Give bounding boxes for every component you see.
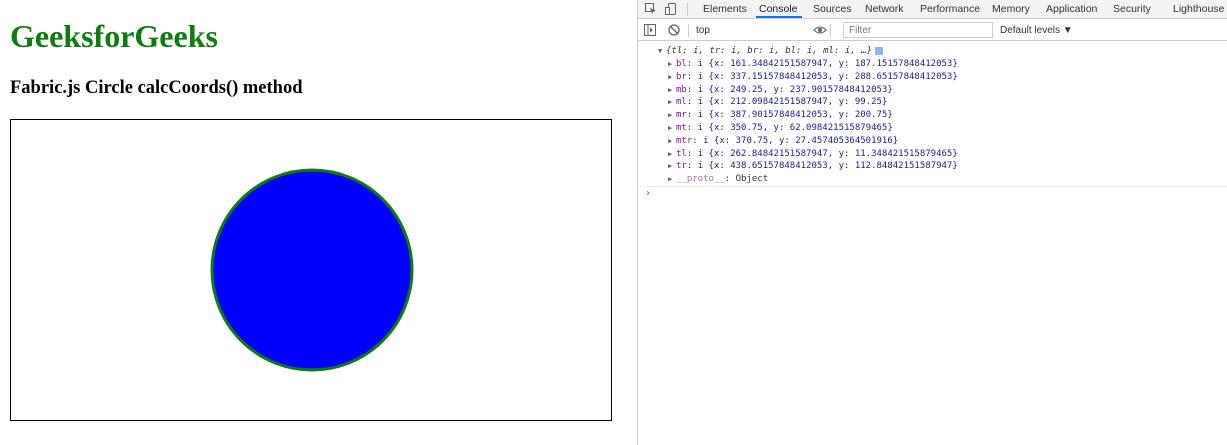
property-key: ml (676, 97, 687, 108)
console-filter-input[interactable] (843, 22, 993, 38)
tab-elements[interactable]: Elements (703, 0, 747, 19)
collapsed-triangle-icon[interactable]: ▶ (668, 58, 676, 70)
object-property-row[interactable]: ▶ mb: i {x: 249.25, y: 237.90157848412053… (668, 84, 893, 96)
property-key: tl (676, 148, 687, 159)
object-property-row[interactable]: ▶ mt: i {x: 350.75, y: 62.098421515879465… (668, 122, 893, 134)
property-value: i {x: 350.75, y: 62.098421515879465} (697, 123, 893, 133)
property-key: br (676, 71, 687, 82)
console-toolbar: top ▼ Default levels ▼ (638, 20, 1227, 41)
property-key: mt (676, 123, 687, 133)
collapsed-triangle-icon[interactable]: ▶ (668, 109, 676, 121)
info-icon (874, 46, 883, 55)
devtools-panel: Elements Console Sources Network Perform… (637, 0, 1227, 445)
web-page: GeeksforGeeks Fabric.js Circle calcCoord… (0, 0, 637, 445)
fabric-canvas[interactable] (10, 119, 612, 421)
object-property-row[interactable]: ▶ tr: i {x: 438.65157848412053, y: 112.84… (668, 160, 958, 172)
collapsed-triangle-icon[interactable]: ▶ (668, 122, 676, 134)
property-value: i {x: 161.34842151587947, y: 187.1515784… (697, 59, 958, 69)
property-key: mr (676, 110, 687, 121)
proto-key: __proto__ (676, 174, 725, 184)
context-selector[interactable]: top ▼ (696, 24, 824, 38)
collapsed-triangle-icon[interactable]: ▶ (668, 135, 676, 147)
site-title: GeeksforGeeks (10, 18, 218, 54)
inspect-element-icon[interactable] (644, 2, 658, 16)
tab-security[interactable]: Security (1113, 0, 1151, 19)
devtools-tabbar: Elements Console Sources Network Perform… (638, 0, 1227, 19)
property-key: mtr (676, 135, 693, 146)
property-key: tr (676, 161, 687, 172)
tab-network[interactable]: Network (865, 0, 904, 19)
object-property-row[interactable]: ▶ bl: i {x: 161.34842151587947, y: 187.15… (668, 58, 958, 70)
page-heading: Fabric.js Circle calcCoords() method (10, 78, 303, 98)
eye-icon[interactable] (813, 23, 827, 37)
object-property-row[interactable]: ▶ mtr: i {x: 370.75, y: 27.45740536450191… (668, 135, 898, 147)
active-tab-indicator (756, 16, 802, 18)
property-value: i {x: 262.84842151587947, y: 11.34842151… (697, 148, 958, 159)
tab-application[interactable]: Application (1046, 0, 1097, 19)
console-divider (638, 186, 1227, 187)
object-summary: {tl: i, tr: i, br: i, bl: i, ml: i, …} (666, 46, 872, 56)
toolbar-separator (688, 24, 689, 37)
expand-triangle-icon[interactable]: ▼ (658, 45, 666, 57)
device-toolbar-icon[interactable] (664, 2, 678, 16)
tab-performance[interactable]: Performance (920, 0, 980, 19)
clear-console-icon[interactable] (667, 23, 681, 37)
proto-row[interactable]: ▶ __proto__: Object (668, 173, 768, 185)
object-property-row[interactable]: ▶ tl: i {x: 262.84842151587947, y: 11.348… (668, 148, 958, 160)
tab-memory[interactable]: Memory (992, 0, 1030, 19)
property-value: i {x: 337.15157848412053, y: 288.6515784… (697, 71, 958, 82)
property-value: i {x: 212.09842151587947, y: 99.25} (697, 97, 888, 108)
collapsed-triangle-icon[interactable]: ▶ (668, 160, 676, 172)
property-value: i {x: 370.75, y: 27.457405364501916} (703, 135, 899, 146)
sidebar-toggle-icon[interactable] (643, 23, 657, 37)
toolbar-separator (687, 3, 688, 16)
collapsed-triangle-icon[interactable]: ▶ (668, 71, 676, 83)
property-value: i {x: 438.65157848412053, y: 112.8484215… (697, 161, 958, 172)
log-levels-dropdown[interactable]: Default levels ▼ (1000, 24, 1073, 38)
property-value: i {x: 249.25, y: 237.90157848412053} (697, 84, 893, 95)
object-summary-row[interactable]: ▼ {tl: i, tr: i, br: i, bl: i, ml: i, …} (658, 45, 883, 57)
tab-sources[interactable]: Sources (813, 0, 852, 19)
object-property-row[interactable]: ▶ ml: i {x: 212.09842151587947, y: 99.25} (668, 96, 887, 108)
property-value: i {x: 387.90157848412053, y: 200.75} (697, 110, 893, 121)
object-property-row[interactable]: ▶ mr: i {x: 387.90157848412053, y: 200.75… (668, 109, 893, 121)
collapsed-triangle-icon[interactable]: ▶ (668, 148, 676, 160)
console-prompt[interactable]: › (645, 188, 651, 199)
context-value: top (696, 25, 710, 36)
tab-lighthouse[interactable]: Lighthouse (1173, 0, 1224, 19)
object-property-row[interactable]: ▶ br: i {x: 337.15157848412053, y: 288.65… (668, 71, 958, 83)
proto-value: Object (735, 174, 769, 184)
property-key: mb (676, 84, 687, 95)
collapsed-triangle-icon[interactable]: ▶ (668, 84, 676, 96)
property-key: bl (676, 59, 687, 69)
collapsed-triangle-icon[interactable]: ▶ (668, 173, 676, 185)
toolbar-separator (830, 24, 831, 37)
blue-circle[interactable] (210, 168, 414, 372)
collapsed-triangle-icon[interactable]: ▶ (668, 96, 676, 108)
